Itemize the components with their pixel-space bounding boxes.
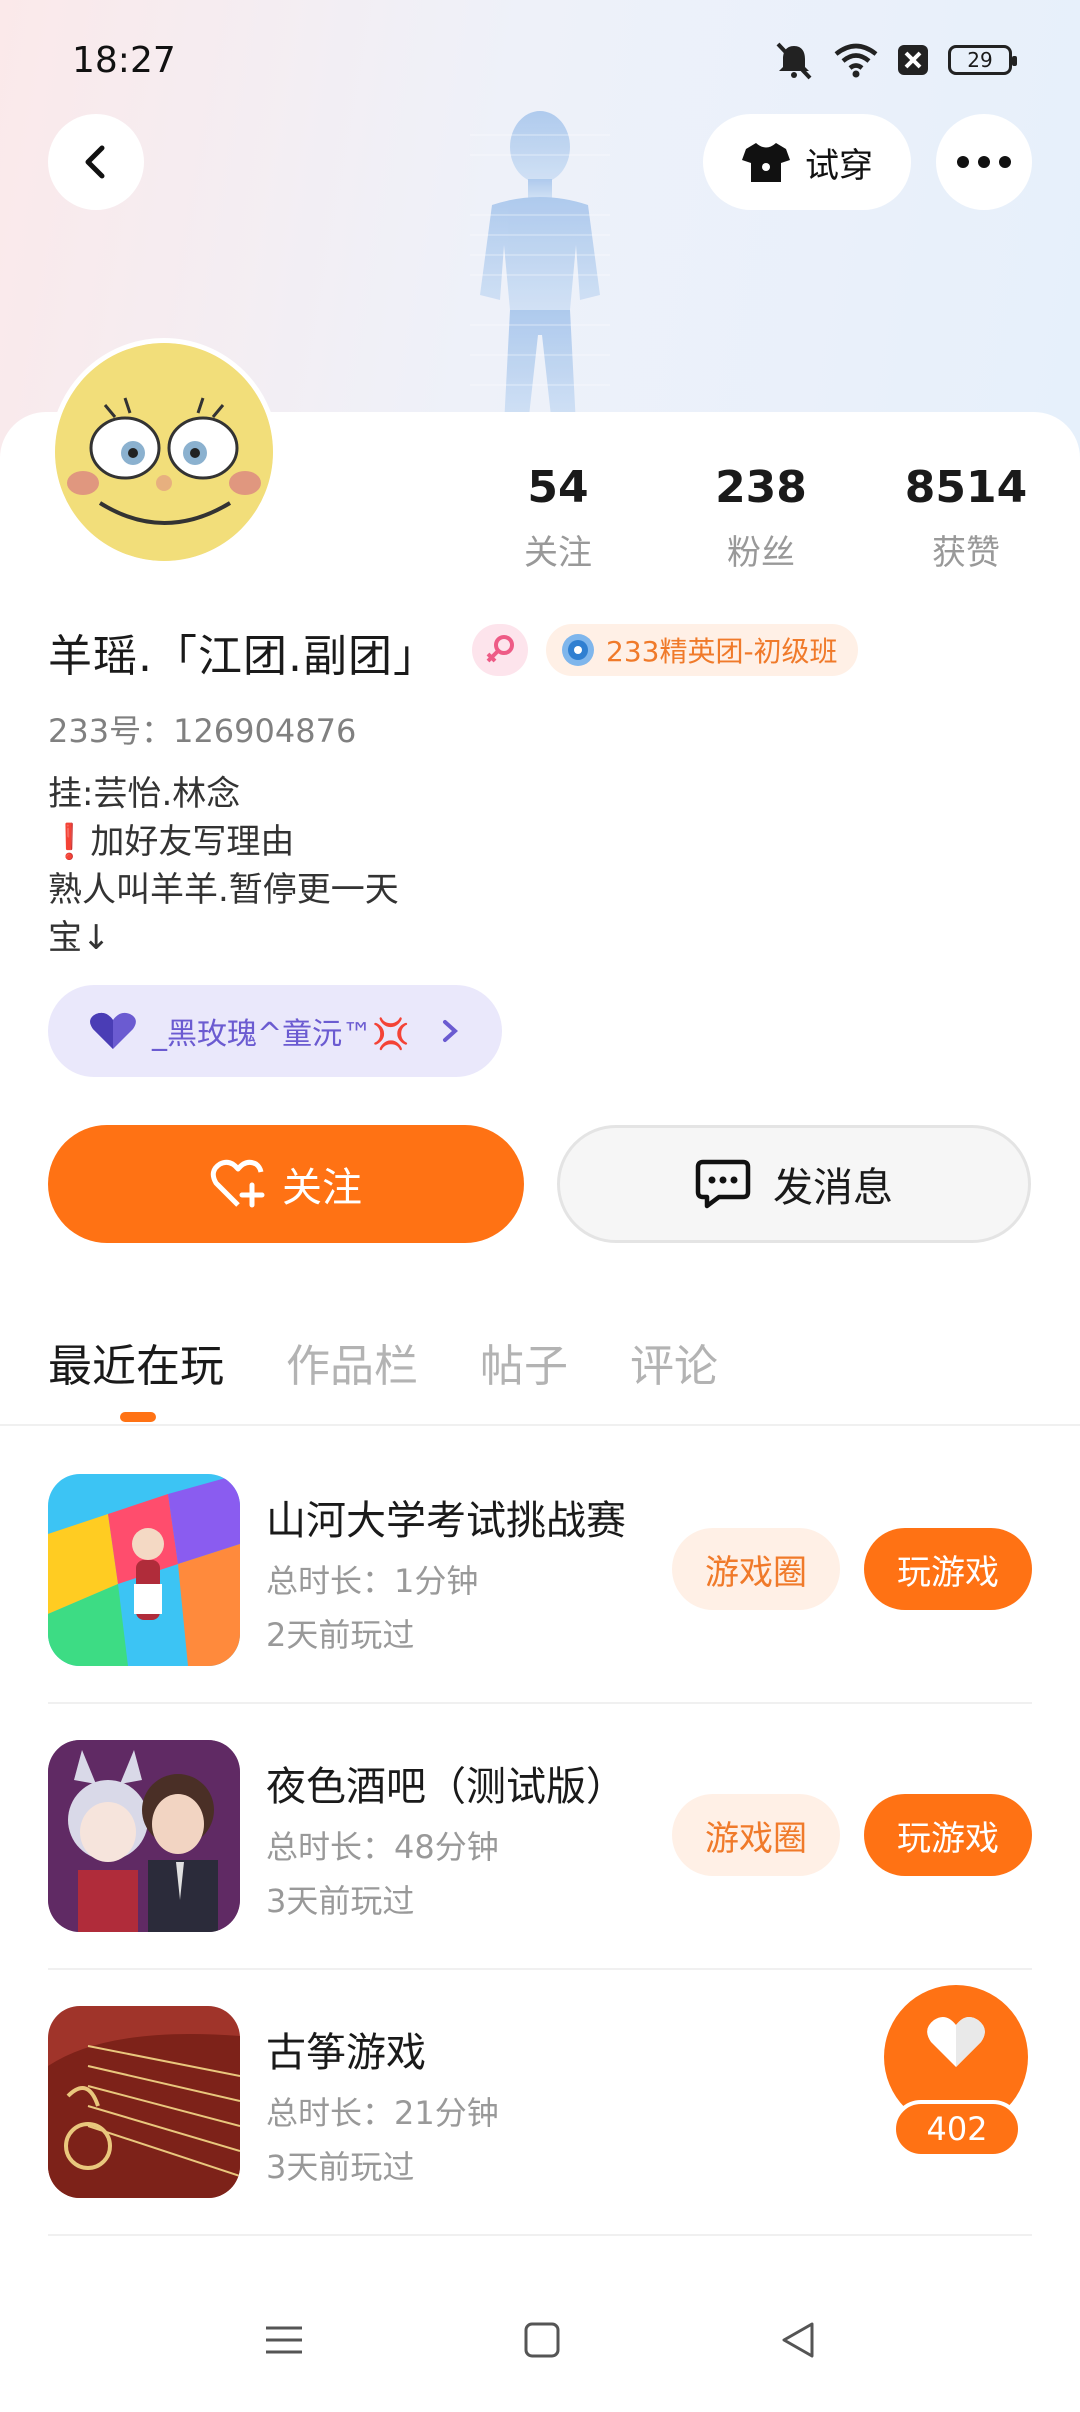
like-count: 402 — [892, 2100, 1022, 2158]
heart-plus-icon — [210, 1159, 265, 1208]
sim-off-icon — [898, 45, 928, 75]
game-thumbnail — [48, 1474, 240, 1666]
tab-works[interactable]: 作品栏 — [286, 1330, 418, 1394]
heart-icon — [927, 2016, 985, 2067]
send-message-button[interactable]: 发消息 — [557, 1125, 1031, 1243]
tab-recently-played[interactable]: 最近在玩 — [48, 1330, 224, 1394]
back-triangle-icon[interactable] — [778, 2320, 818, 2360]
tab-posts[interactable]: 帖子 — [480, 1330, 568, 1394]
game-last-played: 3天前玩过 — [266, 2148, 415, 2186]
game-duration: 总时长：21分钟 — [266, 2094, 499, 2132]
avatar-face-image — [55, 343, 273, 561]
game-thumbnail — [48, 1740, 240, 1932]
game-circle-button[interactable]: 游戏圈 — [672, 1528, 840, 1610]
row-divider — [48, 1702, 1032, 1704]
battery-icon: 29 — [948, 45, 1017, 75]
profile-name: 羊瑶.「江团.副团」 — [48, 631, 438, 682]
bio-line: 宝↓ — [48, 918, 111, 958]
try-on-button[interactable]: 试穿 — [703, 114, 911, 210]
stat-following-value: 54 — [527, 462, 589, 513]
tshirt-icon — [742, 143, 790, 182]
follow-button[interactable]: 关注 — [48, 1125, 524, 1243]
stat-likes[interactable]: 8514 获赞 — [886, 462, 1046, 574]
try-on-label: 试穿 — [805, 145, 873, 186]
back-button[interactable] — [48, 114, 144, 210]
game-last-played: 2天前玩过 — [266, 1616, 415, 1654]
family-label: _黑玫瑰^童沅™💢 — [152, 1017, 410, 1052]
stat-fans[interactable]: 238 粉丝 — [681, 462, 841, 574]
row-divider — [48, 2234, 1032, 2236]
family-link[interactable]: _黑玫瑰^童沅™💢 — [48, 985, 502, 1077]
group-badge[interactable]: 233精英团-初级班 — [546, 624, 858, 676]
bio-line: 挂:芸怡.林念 — [48, 774, 241, 814]
stat-fans-label: 粉丝 — [727, 533, 795, 573]
bio-line: ❗加好友写理由 — [48, 822, 295, 862]
game-title: 夜色酒吧（测试版） — [266, 1764, 626, 1810]
play-game-button[interactable]: 玩游戏 — [864, 1794, 1032, 1876]
group-badge-label: 233精英团-初级班 — [606, 635, 838, 668]
stat-following[interactable]: 54 关注 — [478, 462, 638, 574]
game-duration: 总时长：1分钟 — [266, 1562, 479, 1600]
stat-likes-value: 8514 — [904, 462, 1028, 513]
game-last-played: 3天前玩过 — [266, 1882, 415, 1920]
status-bar: 18:27 29 — [0, 0, 1080, 120]
status-icons: 29 — [772, 40, 1017, 80]
menu-icon[interactable] — [264, 2320, 304, 2360]
bio-line: 熟人叫羊羊.暂停更一天 — [48, 870, 399, 910]
game-thumbnail — [48, 2006, 240, 2198]
active-tab-indicator — [120, 1412, 156, 1422]
chat-bubble-icon — [695, 1159, 751, 1209]
user-id: 233号：126904876 — [48, 712, 357, 750]
tab-comments[interactable]: 评论 — [630, 1330, 718, 1394]
profile-tabs: 最近在玩 作品栏 帖子 评论 — [48, 1330, 780, 1394]
battery-level: 29 — [967, 48, 993, 72]
back-arrow-icon — [85, 145, 105, 179]
game-row[interactable]: 山河大学考试挑战赛 总时长：1分钟 2天前玩过 游戏圈 玩游戏 — [48, 1474, 1032, 1668]
game-row[interactable]: 古筝游戏 总时长：21分钟 3天前玩过 — [48, 2006, 1032, 2200]
group-emblem-icon — [562, 634, 594, 666]
mute-bell-icon — [776, 42, 812, 80]
system-navigation-bar — [0, 2280, 1080, 2412]
game-duration: 总时长：48分钟 — [266, 1828, 499, 1866]
more-options-button[interactable] — [936, 114, 1032, 210]
message-label: 发消息 — [773, 1165, 893, 1211]
wifi-icon — [834, 43, 878, 78]
follow-label: 关注 — [282, 1165, 362, 1211]
profile-bio: 挂:芸怡.林念 ❗加好友写理由 熟人叫羊羊.暂停更一天 宝↓ — [48, 770, 399, 962]
status-time: 18:27 — [72, 40, 176, 81]
avatar-figure-image[interactable] — [430, 95, 650, 425]
game-row[interactable]: 夜色酒吧（测试版） 总时长：48分钟 3天前玩过 游戏圈 玩游戏 — [48, 1740, 1032, 1934]
row-divider — [48, 1968, 1032, 1970]
chevron-right-icon — [442, 1020, 458, 1042]
game-circle-button[interactable]: 游戏圈 — [672, 1794, 840, 1876]
home-square-icon[interactable] — [522, 2320, 562, 2360]
stat-fans-value: 238 — [715, 462, 807, 513]
heart-icon — [90, 1012, 136, 1049]
game-title: 古筝游戏 — [266, 2030, 426, 2076]
female-symbol-icon — [486, 635, 514, 663]
tabs-divider — [0, 1424, 1080, 1426]
play-game-button[interactable]: 玩游戏 — [864, 1528, 1032, 1610]
stat-following-label: 关注 — [524, 533, 592, 573]
stat-likes-label: 获赞 — [932, 533, 1000, 573]
more-dots-icon — [957, 156, 1011, 168]
game-title: 山河大学考试挑战赛 — [266, 1498, 626, 1544]
profile-avatar[interactable] — [50, 338, 278, 566]
gender-badge — [472, 624, 528, 676]
